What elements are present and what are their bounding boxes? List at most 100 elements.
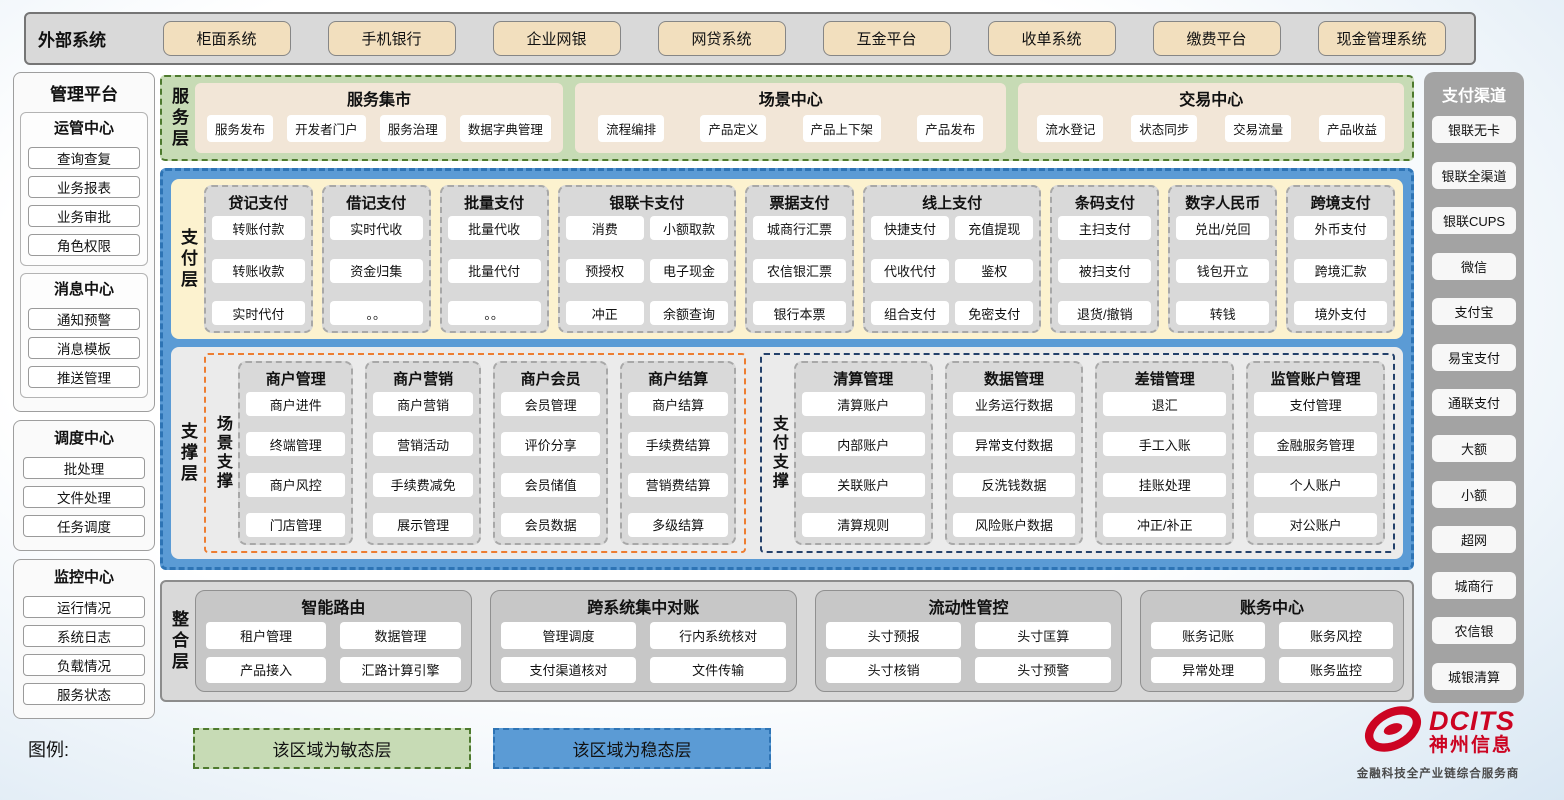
support-column-items: 清算账户内部账户关联账户清算规则 (802, 392, 925, 537)
integration-item-box: 数据管理 (340, 622, 460, 649)
service-section-items: 服务发布开发者门户服务治理数据字典管理 (203, 110, 555, 147)
integration-section: 流动性管控头寸预报头寸匡算头寸核销头寸预警 (815, 590, 1122, 692)
external-systems-label: 外部系统 (26, 26, 144, 51)
support-item-box: 会员管理 (501, 392, 600, 416)
integration-item-box: 产品接入 (206, 657, 326, 684)
support-item-box: 挂账处理 (1103, 473, 1226, 497)
support-item-box: 营销活动 (373, 432, 472, 456)
stable-layer-container: 支付层 贷记支付转账付款转账收款实时代付借记支付实时代收资金归集。。批量支付批量… (160, 168, 1414, 570)
integration-section-title: 账务中心 (1151, 594, 1393, 618)
service-item-box: 流水登记 (1037, 115, 1103, 142)
support-group: 支付支撑清算管理清算账户内部账户关联账户清算规则数据管理业务运行数据异常支付数据… (760, 353, 1395, 553)
integration-item-box: 账务监控 (1279, 657, 1393, 684)
payment-column-title: 条码支付 (1058, 191, 1151, 216)
payment-column: 借记支付实时代收资金归集。。 (322, 185, 431, 333)
service-item-box: 状态同步 (1131, 115, 1197, 142)
support-item-box: 展示管理 (373, 513, 472, 537)
payment-layer-columns: 贷记支付转账付款转账收款实时代付借记支付实时代收资金归集。。批量支付批量代收批量… (204, 185, 1395, 333)
support-column: 商户结算商户结算手续费结算营销费结算多级结算 (620, 361, 735, 545)
management-platform-title: 管理平台 (20, 77, 148, 109)
service-item-box: 开发者门户 (287, 115, 366, 142)
payment-column-items: 消费小额取款预授权电子现金冲正余额查询 (566, 216, 729, 325)
integration-layer-sections: 智能路由租户管理数据管理产品接入汇路计算引擎跨系统集中对账管理调度行内系统核对支… (195, 590, 1404, 692)
sidebar-item-box: 负载情况 (23, 654, 145, 676)
support-item-box: 业务运行数据 (953, 392, 1076, 416)
payment-item-box: 跨境汇款 (1294, 259, 1387, 283)
integration-section: 跨系统集中对账管理调度行内系统核对支付渠道核对文件传输 (490, 590, 797, 692)
integration-item-box: 账务记账 (1151, 622, 1265, 649)
support-item-box: 清算规则 (802, 513, 925, 537)
integration-item-box: 头寸预报 (826, 622, 962, 649)
payment-column: 贷记支付转账付款转账收款实时代付 (204, 185, 313, 333)
service-item-box: 数据字典管理 (460, 115, 551, 142)
service-section-title: 交易中心 (1026, 86, 1396, 110)
payment-layer: 支付层 贷记支付转账付款转账收款实时代付借记支付实时代收资金归集。。批量支付批量… (171, 179, 1403, 339)
support-column-items: 退汇手工入账挂账处理冲正/补正 (1103, 392, 1226, 537)
payment-column: 条码支付主扫支付被扫支付退货/撤销 (1050, 185, 1159, 333)
payment-column: 线上支付快捷支付充值提现代收代付鉴权组合支付免密支付 (863, 185, 1042, 333)
external-system-box: 现金管理系统 (1318, 21, 1446, 56)
support-group: 场景支撑商户管理商户进件终端管理商户风控门店管理商户营销商户营销营销活动手续费减… (204, 353, 746, 553)
support-layer-groups: 场景支撑商户管理商户进件终端管理商户风控门店管理商户营销商户营销营销活动手续费减… (204, 353, 1395, 553)
payment-item-box: 银行本票 (753, 301, 846, 325)
support-item-box: 商户结算 (628, 392, 727, 416)
support-item-box: 风险账户数据 (953, 513, 1076, 537)
payment-channel-box: 农信银 (1432, 617, 1516, 644)
support-item-box: 手工入账 (1103, 432, 1226, 456)
sidebar-item-box: 推送管理 (28, 366, 140, 388)
sidebar-item-box: 任务调度 (23, 515, 145, 537)
payment-column-title: 借记支付 (330, 191, 423, 216)
support-item-box: 手续费结算 (628, 432, 727, 456)
payment-item-box: 组合支付 (871, 301, 949, 325)
support-column-title: 差错管理 (1103, 367, 1226, 392)
payment-item-box: 转账收款 (212, 259, 305, 283)
sidebar-item-box: 通知预警 (28, 308, 140, 330)
support-item-box: 清算账户 (802, 392, 925, 416)
support-item-box: 手续费减免 (373, 473, 472, 497)
support-item-box: 异常支付数据 (953, 432, 1076, 456)
legend-label: 图例: (28, 736, 69, 762)
support-column-items: 业务运行数据异常支付数据反洗钱数据风险账户数据 (953, 392, 1076, 537)
support-item-box: 会员数据 (501, 513, 600, 537)
support-item-box: 多级结算 (628, 513, 727, 537)
support-column-items: 支付管理金融服务管理个人账户对公账户 (1254, 392, 1377, 537)
service-item-box: 交易流量 (1225, 115, 1291, 142)
integration-section-items: 租户管理数据管理产品接入汇路计算引擎 (206, 622, 461, 683)
payment-column-items: 实时代收资金归集。。 (330, 216, 423, 325)
support-column-title: 商户结算 (628, 367, 727, 392)
support-layer-label: 支撑层 (179, 422, 196, 485)
payment-item-box: 实时代收 (330, 216, 423, 240)
integration-item-box: 租户管理 (206, 622, 326, 649)
support-column: 商户营销商户营销营销活动手续费减免展示管理 (365, 361, 480, 545)
integration-section-items: 管理调度行内系统核对支付渠道核对文件传输 (501, 622, 786, 683)
support-item-box: 内部账户 (802, 432, 925, 456)
payment-column-items: 转账付款转账收款实时代付 (212, 216, 305, 325)
service-layer-label: 服务层 (170, 87, 187, 150)
payment-item-box: 消费 (566, 216, 644, 240)
payment-item-box: 被扫支付 (1058, 259, 1151, 283)
support-item-box: 冲正/补正 (1103, 513, 1226, 537)
service-item-box: 产品上下架 (803, 115, 882, 142)
service-item-box: 流程编排 (598, 115, 664, 142)
payment-column: 批量支付批量代收批量代付。。 (440, 185, 549, 333)
payment-item-box: 快捷支付 (871, 216, 949, 240)
support-group-label: 支付支撑 (770, 415, 786, 491)
support-column-items: 商户结算手续费结算营销费结算多级结算 (628, 392, 727, 537)
payment-item-box: 鉴权 (955, 259, 1033, 283)
payment-item-box: 转钱 (1176, 301, 1269, 325)
service-section: 交易中心流水登记状态同步交易流量产品收益 (1018, 83, 1404, 153)
support-column: 监管账户管理支付管理金融服务管理个人账户对公账户 (1246, 361, 1385, 545)
support-column: 数据管理业务运行数据异常支付数据反洗钱数据风险账户数据 (945, 361, 1084, 545)
payment-column-items: 兑出/兑回钱包开立转钱 (1176, 216, 1269, 325)
management-platform-sidebar: 管理平台运管中心查询查复业务报表业务审批角色权限消息中心通知预警消息模板推送管理… (13, 72, 155, 703)
payment-column-title: 跨境支付 (1294, 191, 1387, 216)
logo-top: DCITS 神州信息 (1361, 700, 1515, 763)
payment-item-box: 小额取款 (650, 216, 728, 240)
support-column-title: 数据管理 (953, 367, 1076, 392)
payment-column: 数字人民币兑出/兑回钱包开立转钱 (1168, 185, 1277, 333)
payment-item-box: 钱包开立 (1176, 259, 1269, 283)
support-item-box: 商户进件 (246, 392, 345, 416)
payment-item-box: 充值提现 (955, 216, 1033, 240)
payment-item-box: 兑出/兑回 (1176, 216, 1269, 240)
dcits-swirl-icon (1361, 700, 1425, 763)
